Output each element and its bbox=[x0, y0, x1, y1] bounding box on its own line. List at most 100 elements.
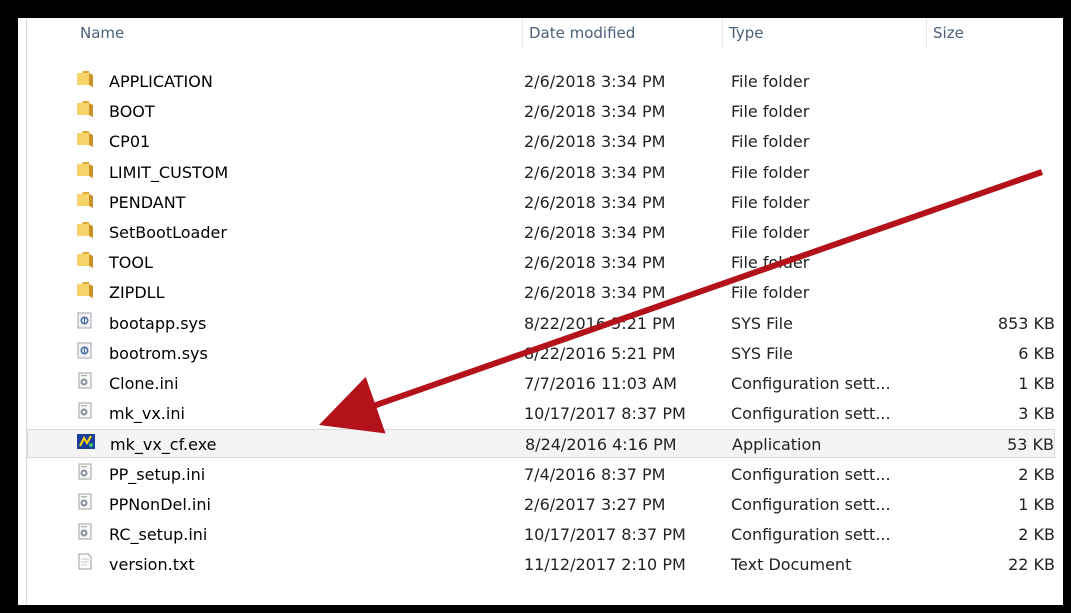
file-name: CP01 bbox=[109, 132, 151, 152]
file-row[interactable]: LIMIT_CUSTOM 2/6/2018 3:34 PM File folder bbox=[27, 158, 1055, 187]
file-row[interactable]: PPNonDel.ini 2/6/2017 3:27 PM Configuratio… bbox=[27, 490, 1055, 519]
file-name: APPLICATION bbox=[109, 72, 213, 91]
file-type: File folder bbox=[731, 223, 810, 242]
system-file-icon bbox=[76, 339, 94, 359]
file-size: 22 KB bbox=[1008, 555, 1055, 575]
file-row[interactable]: ZIPDLL 2/6/2018 3:34 PM File folder bbox=[27, 278, 1055, 307]
file-type: Configuration sett... bbox=[731, 494, 891, 514]
file-name: mk_vx_cf.exe bbox=[110, 435, 217, 455]
file-type: File folder bbox=[731, 132, 810, 152]
file-date-modified: 10/17/2017 8:37 PM bbox=[524, 404, 686, 424]
file-type: Configuration sett... bbox=[731, 464, 891, 484]
file-type: File folder bbox=[731, 253, 810, 273]
file-type: File folder bbox=[731, 162, 810, 182]
file-name: BOOT bbox=[109, 102, 155, 122]
file-type: File folder bbox=[731, 283, 810, 303]
folder-icon bbox=[76, 188, 94, 208]
application-icon bbox=[77, 430, 95, 450]
file-list-pane: Name Date modified Type Size APPLICATION… bbox=[26, 18, 1063, 605]
folder-icon bbox=[76, 248, 94, 269]
column-header-row: Name Date modified Type Size bbox=[27, 18, 1063, 48]
file-name: bootapp.sys bbox=[109, 313, 207, 333]
column-header-date[interactable]: Date modified bbox=[522, 18, 722, 48]
file-type: Configuration sett... bbox=[731, 404, 891, 424]
file-row[interactable]: TOOL 2/6/2018 3:34 PM File folder bbox=[27, 248, 1055, 277]
file-name: PPNonDel.ini bbox=[109, 494, 211, 514]
file-type: File folder bbox=[731, 72, 810, 91]
folder-icon bbox=[76, 127, 94, 148]
file-type: Application bbox=[732, 435, 822, 455]
file-row[interactable]: Clone.ini 7/7/2016 11:03 AM Configuration … bbox=[27, 369, 1055, 398]
file-name: PP_setup.ini bbox=[109, 464, 206, 484]
file-name: Clone.ini bbox=[109, 374, 179, 393]
file-size: 53 KB bbox=[1007, 435, 1054, 455]
file-name: SetBootLoader bbox=[109, 223, 227, 242]
file-date-modified: 8/22/2016 5:21 PM bbox=[524, 313, 676, 333]
file-row[interactable]: BOOT 2/6/2018 3:34 PM File folder bbox=[27, 97, 1055, 126]
file-type: File folder bbox=[731, 102, 810, 122]
system-file-icon bbox=[76, 309, 94, 329]
file-row[interactable]: PP_setup.ini 7/4/2016 8:37 PM Configuratio… bbox=[27, 460, 1055, 489]
file-size: 1 KB bbox=[1018, 374, 1055, 393]
column-header-type[interactable]: Type bbox=[722, 18, 926, 48]
file-date-modified: 2/6/2018 3:34 PM bbox=[524, 132, 666, 152]
config-file-icon bbox=[76, 490, 94, 510]
file-row[interactable]: version.txt 11/12/2017 2:10 PM Text Docume… bbox=[27, 550, 1055, 579]
folder-icon bbox=[76, 218, 94, 238]
text-file-icon bbox=[76, 550, 94, 570]
config-file-icon bbox=[76, 369, 94, 389]
screenshot-frame: Name Date modified Type Size APPLICATION… bbox=[0, 0, 1071, 613]
file-date-modified: 10/17/2017 8:37 PM bbox=[524, 525, 686, 544]
file-size: 2 KB bbox=[1018, 525, 1055, 544]
file-row[interactable]: bootrom.sys 8/22/2016 5:21 PM SYS File 6 KB bbox=[27, 339, 1055, 368]
file-row[interactable]: CP01 2/6/2018 3:34 PM File folder bbox=[27, 127, 1055, 156]
file-type: Configuration sett... bbox=[731, 525, 891, 544]
file-date-modified: 2/6/2018 3:34 PM bbox=[524, 102, 666, 122]
file-name: ZIPDLL bbox=[109, 283, 165, 303]
file-date-modified: 2/6/2018 3:34 PM bbox=[524, 162, 666, 182]
file-date-modified: 8/22/2016 5:21 PM bbox=[524, 343, 676, 363]
file-type: SYS File bbox=[731, 343, 793, 363]
file-date-modified: 2/6/2018 3:34 PM bbox=[524, 283, 666, 303]
file-type: Configuration sett... bbox=[731, 374, 891, 393]
file-row[interactable]: mk_vx_cf.exe 8/24/2016 4:16 PM Application… bbox=[27, 429, 1055, 459]
file-size: 2 KB bbox=[1018, 464, 1055, 484]
config-file-icon bbox=[76, 399, 94, 419]
file-name: RC_setup.ini bbox=[109, 525, 208, 544]
file-date-modified: 2/6/2018 3:34 PM bbox=[524, 72, 666, 91]
column-header-name[interactable]: Name bbox=[74, 18, 522, 48]
file-date-modified: 11/12/2017 2:10 PM bbox=[524, 555, 686, 575]
file-date-modified: 2/6/2018 3:34 PM bbox=[524, 253, 666, 273]
file-name: TOOL bbox=[109, 253, 153, 273]
file-type: Text Document bbox=[731, 555, 852, 575]
file-row[interactable]: RC_setup.ini 10/17/2017 8:37 PM Configurat… bbox=[27, 520, 1055, 549]
file-date-modified: 7/4/2016 8:37 PM bbox=[524, 464, 666, 484]
file-date-modified: 7/7/2016 11:03 AM bbox=[524, 374, 677, 393]
file-date-modified: 2/6/2018 3:34 PM bbox=[524, 192, 666, 212]
file-row[interactable]: bootapp.sys 8/22/2016 5:21 PM SYS File 853 … bbox=[27, 309, 1055, 338]
file-type: SYS File bbox=[731, 313, 793, 333]
file-size: 3 KB bbox=[1018, 404, 1055, 424]
file-name: LIMIT_CUSTOM bbox=[109, 162, 229, 182]
file-row[interactable]: APPLICATION 2/6/2018 3:34 PM File folder bbox=[27, 67, 1055, 96]
file-type: File folder bbox=[731, 192, 810, 212]
file-name: PENDANT bbox=[109, 192, 186, 212]
config-file-icon bbox=[76, 520, 94, 540]
folder-icon bbox=[76, 67, 94, 87]
file-size: 853 KB bbox=[997, 313, 1055, 333]
file-date-modified: 2/6/2017 3:27 PM bbox=[524, 494, 666, 514]
file-row[interactable]: PENDANT 2/6/2018 3:34 PM File folder bbox=[27, 188, 1055, 217]
file-name: bootrom.sys bbox=[109, 343, 208, 363]
config-file-icon bbox=[76, 460, 94, 480]
folder-icon bbox=[76, 158, 94, 178]
file-size: 1 KB bbox=[1018, 494, 1055, 514]
file-name: mk_vx.ini bbox=[109, 404, 185, 424]
column-header-size[interactable]: Size bbox=[926, 18, 1063, 48]
file-row[interactable]: mk_vx.ini 10/17/2017 8:37 PM Configuration… bbox=[27, 399, 1055, 428]
folder-icon bbox=[76, 278, 94, 299]
file-date-modified: 2/6/2018 3:34 PM bbox=[524, 223, 666, 242]
folder-icon bbox=[76, 97, 94, 118]
explorer-window: Name Date modified Type Size APPLICATION… bbox=[16, 16, 1065, 607]
file-row[interactable]: SetBootLoader 2/6/2018 3:34 PM File folder bbox=[27, 218, 1055, 247]
file-size: 6 KB bbox=[1018, 343, 1055, 363]
